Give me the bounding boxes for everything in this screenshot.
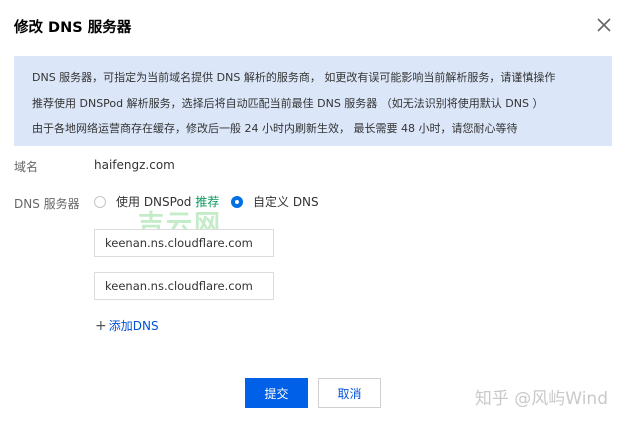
- notice-line-3: 由于各地网络运营商存在缓存，修改后一般 24 小时内刷新生效， 最长需要 48 …: [32, 122, 518, 135]
- add-dns-label: 添加DNS: [108, 319, 159, 333]
- radio-custom-dns-label: 自定义 DNS: [253, 195, 319, 209]
- close-icon[interactable]: [596, 17, 612, 33]
- notice-box: DNS 服务器，可指定为当前域名提供 DNS 解析的服务商， 如更改有误可能影响…: [14, 56, 612, 146]
- notice-line-1: DNS 服务器，可指定为当前域名提供 DNS 解析的服务商， 如更改有误可能影响…: [32, 71, 556, 84]
- add-dns-button[interactable]: + 添加DNS: [95, 317, 159, 334]
- dns-server-label: DNS 服务器: [14, 197, 80, 211]
- domain-value: haifengz.com: [94, 158, 175, 172]
- domain-label: 域名: [14, 160, 39, 174]
- dialog-title: 修改 DNS 服务器: [14, 20, 132, 36]
- plus-icon: +: [95, 317, 107, 334]
- dns-server-input-2[interactable]: [94, 272, 274, 300]
- submit-button[interactable]: 提交: [245, 378, 308, 408]
- radio-custom-dns[interactable]: 自定义 DNS: [231, 193, 319, 210]
- radio-custom-dns-circle[interactable]: [231, 195, 243, 208]
- notice-line-2: 推荐使用 DNSPod 解析服务，选择后将自动匹配当前最佳 DNS 服务器 （如…: [32, 96, 544, 110]
- watermark-corner: 知乎 @风屿Wind: [474, 389, 608, 409]
- dns-server-input-1[interactable]: [94, 229, 274, 257]
- radio-dnspod-circle[interactable]: [94, 195, 106, 208]
- cancel-button[interactable]: 取消: [318, 378, 381, 408]
